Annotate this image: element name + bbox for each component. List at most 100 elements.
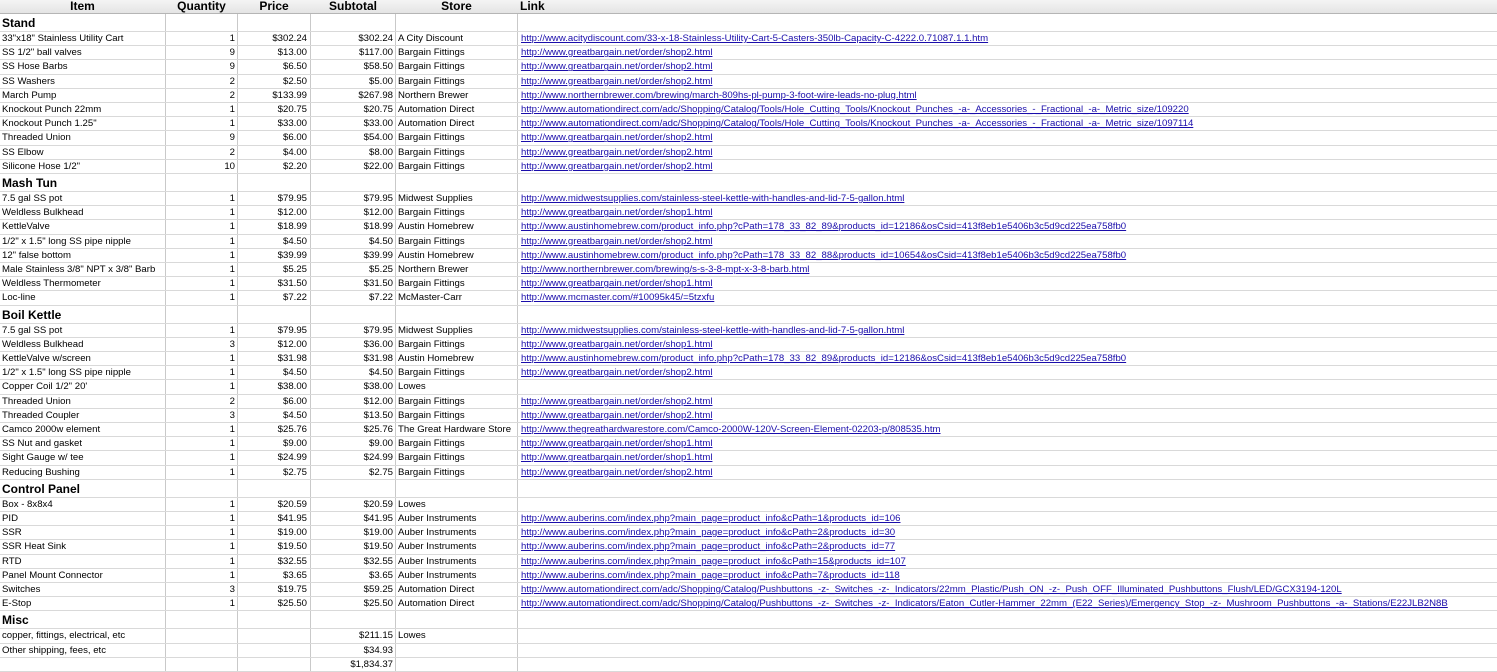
- cell-link[interactable]: http://www.auberins.com/index.php?main_p…: [521, 526, 895, 540]
- section-header-row[interactable]: Misc: [0, 611, 1497, 630]
- cell-link[interactable]: http://www.automationdirect.com/adc/Shop…: [521, 597, 1448, 611]
- cell-price[interactable]: $38.00: [238, 380, 307, 394]
- cell-store[interactable]: Northern Brewer: [398, 89, 518, 103]
- cell-item[interactable]: Camco 2000w element: [2, 423, 164, 437]
- cell-price[interactable]: $3.65: [238, 569, 307, 583]
- cell-quantity[interactable]: 9: [166, 131, 235, 145]
- cell-store[interactable]: Auber Instruments: [398, 512, 518, 526]
- cell-price[interactable]: $24.99: [238, 451, 307, 465]
- table-row[interactable]: E-Stop 1 $25.50 $25.50 Automation Direct http…: [0, 597, 1497, 612]
- table-row[interactable]: 7.5 gal SS pot 1 $79.95 $79.95 Midwest Suppl…: [0, 324, 1497, 338]
- cell-link[interactable]: http://www.austinhomebrew.com/product_in…: [521, 249, 1126, 263]
- cell-store[interactable]: Auber Instruments: [398, 540, 518, 554]
- cell-item[interactable]: Threaded Coupler: [2, 409, 164, 423]
- cell-price[interactable]: $19.50: [238, 540, 307, 554]
- cell-subtotal[interactable]: $12.00: [311, 206, 393, 220]
- cell-subtotal[interactable]: $302.24: [311, 32, 393, 46]
- table-row[interactable]: Silicone Hose 1/2" 10 $2.20 $22.00 Bargain F…: [0, 160, 1497, 174]
- cell-item[interactable]: 12" false bottom: [2, 249, 164, 263]
- cell-store[interactable]: Bargain Fittings: [398, 451, 518, 465]
- cell-store[interactable]: Bargain Fittings: [398, 338, 518, 352]
- cell-quantity[interactable]: 1: [166, 103, 235, 117]
- cell-item[interactable]: KettleValve: [2, 220, 164, 234]
- table-row[interactable]: SS Nut and gasket 1 $9.00 $9.00 Bargain Fitt…: [0, 437, 1497, 452]
- cell-subtotal[interactable]: $4.50: [311, 235, 393, 249]
- cell-link[interactable]: http://www.greatbargain.net/order/shop2.…: [521, 395, 712, 409]
- cell-item[interactable]: SS Nut and gasket: [2, 437, 164, 451]
- column-header-subtotal[interactable]: Subtotal: [311, 0, 395, 13]
- section-header-row[interactable]: Boil Kettle: [0, 306, 1497, 324]
- cell-subtotal[interactable]: $25.50: [311, 597, 393, 611]
- table-row[interactable]: Threaded Union 9 $6.00 $54.00 Bargain Fittin…: [0, 131, 1497, 146]
- cell-store[interactable]: Austin Homebrew: [398, 249, 518, 263]
- cell-price[interactable]: $12.00: [238, 206, 307, 220]
- cell-subtotal[interactable]: $41.95: [311, 512, 393, 526]
- cell-store[interactable]: Austin Homebrew: [398, 352, 518, 366]
- cell-item[interactable]: 33"x18" Stainless Utility Cart: [2, 32, 164, 46]
- table-row[interactable]: RTD 1 $32.55 $32.55 Auber Instruments http://…: [0, 555, 1497, 569]
- cell-store[interactable]: Lowes: [398, 629, 518, 643]
- cell-price[interactable]: $33.00: [238, 117, 307, 131]
- table-row[interactable]: 1/2" x 1.5" long SS pipe nipple 1 $4.50 $4.…: [0, 235, 1497, 249]
- cell-item[interactable]: KettleValve w/screen: [2, 352, 164, 366]
- cell-quantity[interactable]: 1: [166, 220, 235, 234]
- cell-quantity[interactable]: 1: [166, 32, 235, 46]
- cell-item[interactable]: Threaded Union: [2, 131, 164, 145]
- cell-quantity[interactable]: 1: [166, 324, 235, 338]
- cell-store[interactable]: Bargain Fittings: [398, 395, 518, 409]
- cell-price[interactable]: $19.00: [238, 526, 307, 540]
- cell-subtotal[interactable]: $13.50: [311, 409, 393, 423]
- cell-store[interactable]: Auber Instruments: [398, 526, 518, 540]
- cell-link[interactable]: http://www.mcmaster.com/#10095k45/=5tzxf…: [521, 291, 714, 305]
- cell-subtotal[interactable]: $1,834.37: [311, 658, 393, 672]
- table-row[interactable]: Knockout Punch 22mm 1 $20.75 $20.75 Automati…: [0, 103, 1497, 118]
- cell-quantity[interactable]: 1: [166, 555, 235, 569]
- cell-subtotal[interactable]: $4.50: [311, 366, 393, 380]
- section-header-row[interactable]: Control Panel: [0, 480, 1497, 498]
- table-row[interactable]: KettleValve w/screen 1 $31.98 $31.98 Austin …: [0, 352, 1497, 367]
- cell-link[interactable]: http://www.automationdirect.com/adc/Shop…: [521, 583, 1342, 597]
- cell-item[interactable]: 7.5 gal SS pot: [2, 192, 164, 206]
- cell-quantity[interactable]: 1: [166, 540, 235, 554]
- table-row[interactable]: Reducing Bushing 1 $2.75 $2.75 Bargain Fitti…: [0, 466, 1497, 480]
- table-row[interactable]: Camco 2000w element 1 $25.76 $25.76 The Grea…: [0, 423, 1497, 438]
- cell-subtotal[interactable]: $117.00: [311, 46, 393, 60]
- cell-store[interactable]: Bargain Fittings: [398, 75, 518, 89]
- cell-quantity[interactable]: 2: [166, 75, 235, 89]
- cell-store[interactable]: Auber Instruments: [398, 555, 518, 569]
- cell-item[interactable]: SSR: [2, 526, 164, 540]
- cell-subtotal[interactable]: $58.50: [311, 60, 393, 74]
- cell-quantity[interactable]: 1: [166, 437, 235, 451]
- cell-quantity[interactable]: 1: [166, 498, 235, 512]
- cell-price[interactable]: $79.95: [238, 192, 307, 206]
- table-row[interactable]: Copper Coil 1/2" 20' 1 $38.00 $38.00 Lowes: [0, 380, 1497, 395]
- table-row[interactable]: Loc-line 1 $7.22 $7.22 McMaster-Carr http://w…: [0, 291, 1497, 306]
- cell-quantity[interactable]: 9: [166, 46, 235, 60]
- cell-store[interactable]: Lowes: [398, 380, 518, 394]
- cell-link[interactable]: http://www.greatbargain.net/order/shop2.…: [521, 366, 712, 380]
- cell-subtotal[interactable]: $33.00: [311, 117, 393, 131]
- cell-store[interactable]: The Great Hardware Store: [398, 423, 518, 437]
- cell-link[interactable]: http://www.midwestsupplies.com/stainless…: [521, 192, 904, 206]
- cell-link[interactable]: http://www.greatbargain.net/order/shop2.…: [521, 235, 712, 249]
- cell-item[interactable]: Silicone Hose 1/2": [2, 160, 164, 174]
- cell-link[interactable]: http://www.automationdirect.com/adc/Shop…: [521, 117, 1193, 131]
- cell-price[interactable]: $133.99: [238, 89, 307, 103]
- cell-quantity[interactable]: 1: [166, 366, 235, 380]
- cell-item[interactable]: Other shipping, fees, etc: [2, 644, 164, 658]
- cell-item[interactable]: Switches: [2, 583, 164, 597]
- table-row[interactable]: Panel Mount Connector 1 $3.65 $3.65 Auber In…: [0, 569, 1497, 583]
- cell-quantity[interactable]: 1: [166, 263, 235, 277]
- cell-subtotal[interactable]: $79.95: [311, 324, 393, 338]
- cell-subtotal[interactable]: $34.93: [311, 644, 393, 658]
- table-row[interactable]: KettleValve 1 $18.99 $18.99 Austin Homebrew h…: [0, 220, 1497, 235]
- cell-price[interactable]: $18.99: [238, 220, 307, 234]
- table-row[interactable]: Male Stainless 3/8" NPT x 3/8" Barb 1 $5.2…: [0, 263, 1497, 278]
- cell-price[interactable]: $20.75: [238, 103, 307, 117]
- spreadsheet[interactable]: Item Quantity Price Subtotal Store Link …: [0, 0, 1497, 672]
- cell-item[interactable]: Loc-line: [2, 291, 164, 305]
- cell-quantity[interactable]: 1: [166, 117, 235, 131]
- cell-link[interactable]: http://www.greatbargain.net/order/shop1.…: [521, 451, 712, 465]
- section-header-row[interactable]: Stand: [0, 14, 1497, 32]
- table-row[interactable]: Threaded Union 2 $6.00 $12.00 Bargain Fittin…: [0, 395, 1497, 409]
